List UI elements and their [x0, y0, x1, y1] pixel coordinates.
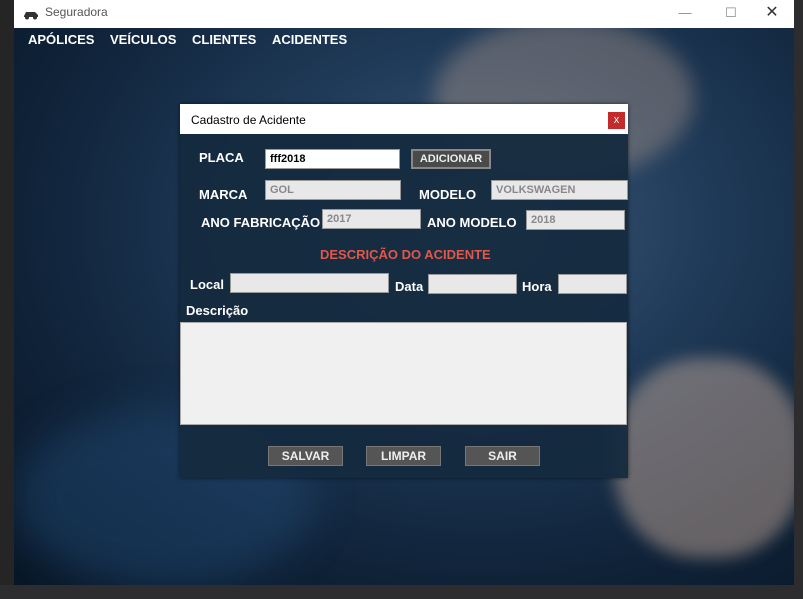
car-icon: [24, 12, 38, 20]
adicionar-button[interactable]: ADICIONAR: [411, 149, 491, 169]
cadastro-acidente-dialog: Cadastro de Acidente x PLACA ADICIONAR M…: [180, 104, 628, 478]
dialog-title-bar: Cadastro de Acidente x: [180, 104, 628, 134]
hora-input[interactable]: [558, 274, 627, 294]
ano-modelo-input[interactable]: [526, 210, 625, 230]
hora-label: Hora: [522, 279, 552, 294]
marca-input[interactable]: [265, 180, 401, 200]
modelo-label: MODELO: [419, 187, 477, 202]
menu-apolices[interactable]: APÓLICES: [28, 32, 94, 47]
main-area: APÓLICES VEÍCULOS CLIENTES ACIDENTES Cad…: [14, 28, 794, 585]
dialog-close-button[interactable]: x: [608, 112, 625, 129]
sair-button[interactable]: SAIR: [465, 446, 540, 466]
minimize-button[interactable]: —: [662, 0, 708, 28]
close-button[interactable]: ✕: [749, 0, 795, 28]
app-window: Seguradora — ☐ ✕ APÓLICES VEÍCULOS CLIEN…: [14, 0, 794, 585]
ano-fabricacao-label: ANO FABRICAÇÃO: [201, 215, 321, 230]
marca-label: MARCA: [199, 187, 248, 202]
salvar-button[interactable]: SALVAR: [268, 446, 343, 466]
menu-acidentes[interactable]: ACIDENTES: [272, 32, 347, 47]
descricao-textarea[interactable]: [180, 322, 627, 425]
menu-bar: APÓLICES VEÍCULOS CLIENTES ACIDENTES: [14, 28, 794, 52]
maximize-button[interactable]: ☐: [708, 0, 754, 28]
data-label: Data: [395, 279, 424, 294]
placa-label: PLACA: [199, 150, 244, 165]
background-image-hand: [614, 358, 794, 558]
placa-input[interactable]: [265, 149, 400, 169]
descricao-acidente-title: DESCRIÇÃO DO ACIDENTE: [320, 247, 491, 262]
menu-clientes[interactable]: CLIENTES: [192, 32, 256, 47]
data-input[interactable]: [428, 274, 517, 294]
limpar-button[interactable]: LIMPAR: [366, 446, 441, 466]
modelo-input[interactable]: [491, 180, 628, 200]
window-title: Seguradora: [45, 5, 108, 19]
ano-fabricacao-input[interactable]: [322, 209, 421, 229]
menu-veiculos[interactable]: VEÍCULOS: [110, 32, 176, 47]
background-editor-right: [793, 0, 803, 599]
title-bar: Seguradora — ☐ ✕: [14, 0, 794, 28]
background-editor-left: [0, 0, 14, 599]
dialog-title: Cadastro de Acidente: [191, 113, 306, 127]
local-label: Local: [190, 277, 224, 292]
local-input[interactable]: [230, 273, 389, 293]
ano-modelo-label: ANO MODELO: [427, 215, 517, 230]
background-editor-bottom: [0, 585, 803, 599]
descricao-label: Descrição: [186, 303, 249, 318]
